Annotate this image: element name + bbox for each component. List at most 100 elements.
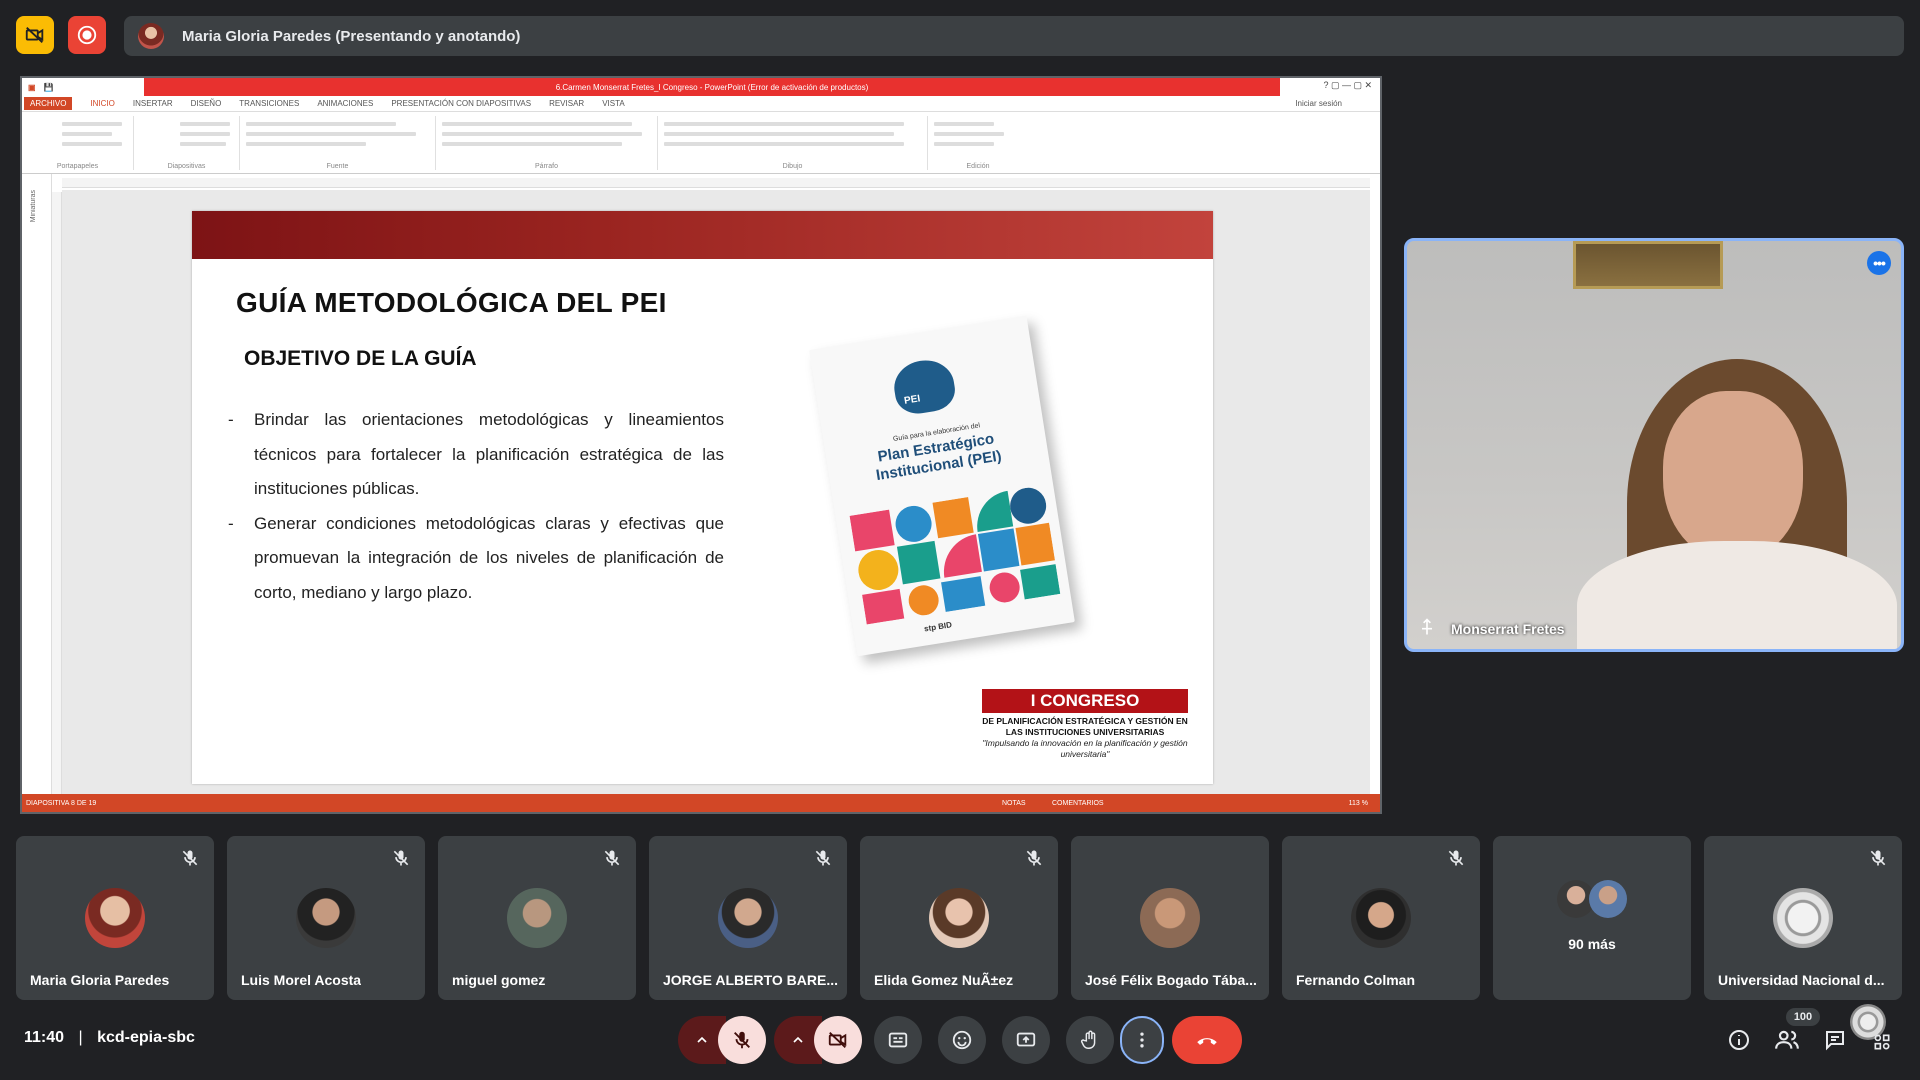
- ppt-window-controls: ? ▢ — ▢ ✕: [1323, 80, 1372, 90]
- mic-toggle-button[interactable]: [718, 1016, 766, 1064]
- presenter-label: Maria Gloria Paredes (Presentando y anot…: [182, 27, 521, 45]
- ppt-tab-diseno: DISEÑO: [190, 99, 222, 108]
- background-picture-frame: [1573, 241, 1723, 289]
- thumbs-label: Miniaturas: [30, 190, 37, 223]
- ppt-tab-insertar: INSERTAR: [132, 99, 173, 108]
- pei-guide-book: PEI Guía para la elaboración del Plan Es…: [809, 315, 1075, 657]
- ppt-tab-presentacion: PRESENTACIÓN CON DIAPOSITIVAS: [391, 99, 532, 108]
- captions-icon: [888, 1032, 908, 1048]
- slide-counter: DIAPOSITIVA 8 DE 19: [26, 799, 97, 807]
- ppt-tab-inicio: INICIO: [90, 99, 115, 108]
- recording-indicator[interactable]: [68, 16, 106, 54]
- congreso-subtitle: DE PLANIFICACIÓN ESTRATÉGICA Y GESTIÓN E…: [982, 716, 1188, 737]
- info-icon: [1729, 1030, 1749, 1050]
- end-call-icon: [1197, 1038, 1217, 1045]
- ppt-signin: Iniciar sesión: [1295, 99, 1342, 108]
- participant-tile[interactable]: miguel gomez: [438, 836, 636, 1000]
- more-options-button[interactable]: [1120, 1016, 1164, 1064]
- camera-toggle-button[interactable]: [814, 1016, 862, 1064]
- mic-off-icon: [1870, 850, 1886, 866]
- participant-name: Maria Gloria Paredes: [30, 972, 170, 988]
- pin-icon: [1422, 618, 1432, 635]
- participant-name: José Félix Bogado Tába...: [1085, 972, 1257, 988]
- captions-button[interactable]: [874, 1016, 922, 1064]
- participant-name: miguel gomez: [452, 972, 546, 988]
- participant-tile[interactable]: JORGE ALBERTO BARE...: [649, 836, 847, 1000]
- reactions-button[interactable]: [938, 1016, 986, 1064]
- slide-subtitle: OBJETIVO DE LA GUÍA: [244, 347, 477, 370]
- speaker-name: Monserrat Fretes: [1451, 621, 1565, 637]
- participant-name: Elida Gomez NuÃ±ez: [874, 972, 1014, 988]
- participant-name: Luis Morel Acosta: [241, 972, 362, 988]
- ppt-tab-revisar: REVISAR: [549, 99, 585, 108]
- shared-screen: ▣ 💾 6.Carmen Monserrat Fretes_I Congreso…: [20, 76, 1382, 814]
- status-zoom: 113 %: [1348, 799, 1368, 807]
- leave-call-button[interactable]: [1172, 1016, 1242, 1064]
- speaker-tile[interactable]: ••• Monserrat Fretes: [1404, 238, 1904, 652]
- presenter-avatar: [138, 23, 164, 49]
- chevron-up-icon: [697, 1036, 707, 1043]
- mic-off-icon: [604, 850, 620, 866]
- chat-icon: [1826, 1031, 1844, 1051]
- ppt-app-icon: ▣: [28, 82, 36, 92]
- participant-tile[interactable]: Fernando Colman: [1282, 836, 1480, 1000]
- participant-name: Fernando Colman: [1296, 972, 1416, 988]
- participant-count-badge: 100: [1786, 1008, 1820, 1026]
- ribbon-group-drawing: Dibujo: [658, 116, 928, 170]
- meeting-info: 11:40 | kcd-epia-sbc: [24, 1029, 195, 1047]
- congreso-quote: "Impulsando la innovación en la planific…: [982, 738, 1188, 759]
- camera-off-indicator[interactable]: [16, 16, 54, 54]
- congreso-title: I CONGRESO: [982, 689, 1188, 713]
- ppt-save-icon: 💾: [43, 82, 54, 92]
- mic-off-icon: [1448, 850, 1464, 866]
- meeting-code: kcd-epia-sbc: [97, 1029, 195, 1046]
- ribbon-group-slides: Diapositivas: [134, 116, 240, 170]
- participant-tile[interactable]: Elida Gomez NuÃ±ez: [860, 836, 1058, 1000]
- ppt-status-bar: DIAPOSITIVA 8 DE 19 NOTAS COMENTARIOS 11…: [22, 794, 1380, 812]
- speaker-face: [1663, 391, 1803, 561]
- participant-avatar: [85, 888, 145, 948]
- ribbon-group-paragraph: Párrafo: [436, 116, 658, 170]
- more-dots-icon: •••: [1873, 255, 1886, 271]
- separator: |: [78, 1029, 83, 1046]
- status-notes: NOTAS: [1002, 799, 1026, 807]
- more-participants-tile[interactable]: 90 más: [1493, 836, 1691, 1000]
- slide-title: GUÍA METODOLÓGICA DEL PEI: [236, 287, 667, 318]
- record-icon: [77, 25, 97, 45]
- clock-time: 11:40: [24, 1029, 65, 1046]
- more-participants-count: 90 más: [1568, 936, 1616, 952]
- mic-off-icon: [393, 850, 409, 866]
- mic-off-icon: [182, 850, 198, 866]
- activities-button[interactable]: [1870, 1030, 1894, 1054]
- participant-tile[interactable]: José Félix Bogado Tába...: [1071, 836, 1269, 1000]
- ppt-window-title: 6.Carmen Monserrat Fretes_I Congreso - P…: [144, 78, 1280, 96]
- participant-avatar: [1589, 880, 1627, 918]
- participant-tile[interactable]: Luis Morel Acosta: [227, 836, 425, 1000]
- people-button[interactable]: [1772, 1025, 1802, 1055]
- participant-tile[interactable]: Maria Gloria Paredes: [16, 836, 214, 1000]
- ribbon-group-font: Fuente: [240, 116, 436, 170]
- present-icon: [1016, 1032, 1036, 1047]
- raise-hand-button[interactable]: [1066, 1016, 1114, 1064]
- meeting-details-button[interactable]: [1724, 1025, 1754, 1055]
- book-geometric-art: [849, 487, 1061, 625]
- ppt-tab-transiciones: TRANSICIONES: [239, 99, 300, 108]
- participant-name: Universidad Nacional d...: [1718, 972, 1885, 988]
- ppt-titlebar: ▣ 💾 6.Carmen Monserrat Fretes_I Congreso…: [22, 78, 1380, 96]
- pei-logo: [890, 356, 958, 417]
- speaker-more-options-button[interactable]: •••: [1867, 251, 1891, 275]
- camera-off-icon: [828, 1031, 847, 1049]
- speaker-body: [1577, 541, 1897, 649]
- participant-tile[interactable]: Universidad Nacional d...: [1704, 836, 1902, 1000]
- status-comments: COMENTARIOS: [1052, 799, 1104, 807]
- chat-button[interactable]: [1820, 1025, 1850, 1055]
- ppt-menu-bar: ARCHIVO INICIO INSERTAR DISEÑO TRANSICIO…: [22, 96, 1380, 112]
- camera-off-icon: [25, 26, 44, 44]
- slide-bullet: Generar condiciones metodológicas claras…: [228, 507, 724, 611]
- participant-avatar: [929, 888, 989, 948]
- ribbon-group-clipboard: Portapapeles: [22, 116, 134, 170]
- slide-bullet: Brindar las orientaciones metodológicas …: [228, 403, 724, 507]
- ppt-tab-animaciones: ANIMACIONES: [317, 99, 374, 108]
- presenter-bar[interactable]: Maria Gloria Paredes (Presentando y anot…: [124, 16, 1904, 56]
- present-screen-button[interactable]: [1002, 1016, 1050, 1064]
